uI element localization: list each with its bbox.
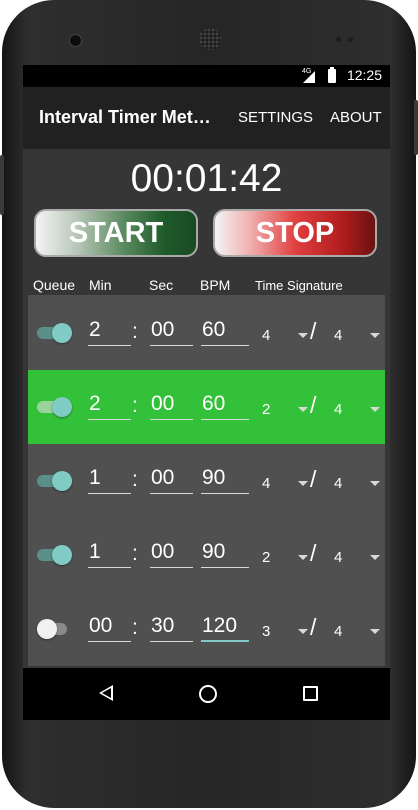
- earpiece-speaker: [199, 28, 221, 50]
- chevron-down-icon[interactable]: [370, 629, 380, 634]
- back-button[interactable]: [81, 668, 131, 720]
- sec-input[interactable]: 00: [150, 466, 193, 494]
- sec-input[interactable]: 00: [150, 540, 193, 568]
- elapsed-timer: 00:01:42: [130, 157, 283, 200]
- bpm-input[interactable]: 60: [201, 392, 249, 420]
- status-bar: 4G 12:25: [23, 65, 390, 87]
- header-time-signature: Time Signature: [255, 278, 343, 293]
- min-input[interactable]: 2: [88, 392, 131, 420]
- interval-row: 1 : 00 90 2 / 4: [28, 518, 385, 592]
- chevron-down-icon[interactable]: [298, 555, 308, 560]
- queue-toggle[interactable]: [37, 545, 72, 565]
- beats-spinner[interactable]: 2: [262, 549, 270, 566]
- beats-spinner[interactable]: 2: [262, 401, 270, 418]
- recents-button[interactable]: [285, 668, 335, 720]
- sec-input[interactable]: 00: [150, 392, 193, 420]
- min-input[interactable]: 1: [88, 540, 131, 568]
- stop-button[interactable]: STOP: [213, 209, 377, 257]
- chevron-down-icon[interactable]: [370, 555, 380, 560]
- colon-separator: :: [132, 394, 138, 417]
- header-sec: Sec: [149, 277, 174, 293]
- bpm-input[interactable]: 60: [201, 318, 249, 346]
- colon-separator: :: [132, 616, 138, 639]
- min-input[interactable]: 1: [88, 466, 131, 494]
- app-title: Interval Timer Met…: [39, 107, 211, 127]
- slash-separator: /: [310, 466, 317, 492]
- proximity-sensor: [336, 37, 341, 42]
- header-min: Min: [89, 277, 112, 293]
- chevron-down-icon[interactable]: [298, 333, 308, 338]
- note-value-spinner[interactable]: 4: [334, 623, 342, 640]
- queue-toggle[interactable]: [37, 471, 72, 491]
- min-input[interactable]: 00: [88, 614, 131, 642]
- queue-toggle[interactable]: [37, 619, 69, 639]
- bpm-input[interactable]: 90: [201, 540, 249, 568]
- colon-separator: :: [132, 542, 138, 565]
- start-button[interactable]: START: [34, 209, 198, 257]
- chevron-down-icon[interactable]: [298, 407, 308, 412]
- bpm-input[interactable]: 120: [201, 614, 249, 642]
- app-screen: 4G 12:25 Interval Timer Met… SETTINGS AB…: [23, 65, 390, 720]
- settings-menu-item[interactable]: SETTINGS: [238, 109, 313, 126]
- min-input[interactable]: 2: [88, 318, 131, 346]
- chevron-down-icon[interactable]: [370, 481, 380, 486]
- note-value-spinner[interactable]: 4: [334, 327, 342, 344]
- interval-row: 2 : 00 60 4 / 4: [28, 296, 385, 370]
- note-value-spinner[interactable]: 4: [334, 475, 342, 492]
- navigation-bar: [23, 668, 390, 720]
- light-sensor: [348, 37, 353, 42]
- slash-separator: /: [310, 392, 317, 418]
- slash-separator: /: [310, 614, 317, 640]
- note-value-spinner[interactable]: 4: [334, 401, 342, 418]
- chevron-down-icon[interactable]: [298, 481, 308, 486]
- colon-separator: :: [132, 468, 138, 491]
- home-icon: [199, 685, 217, 703]
- chevron-down-icon[interactable]: [298, 629, 308, 634]
- queue-toggle[interactable]: [37, 323, 72, 343]
- about-menu-item[interactable]: ABOUT: [330, 109, 382, 126]
- slash-separator: /: [310, 540, 317, 566]
- power-button: [414, 100, 418, 155]
- beats-spinner[interactable]: 4: [262, 327, 270, 344]
- sec-input[interactable]: 00: [150, 318, 193, 346]
- chevron-down-icon[interactable]: [370, 333, 380, 338]
- interval-row-active: 2 : 00 60 2 / 4: [28, 370, 385, 444]
- colon-separator: :: [132, 320, 138, 343]
- back-icon: [99, 685, 113, 701]
- front-camera: [69, 34, 82, 47]
- volume-button: [0, 155, 4, 215]
- header-bpm: BPM: [200, 277, 231, 293]
- interval-row: 00 : 30 120 3 / 4: [28, 592, 385, 666]
- slash-separator: /: [310, 318, 317, 344]
- chevron-down-icon[interactable]: [370, 407, 380, 412]
- app-bar: Interval Timer Met… SETTINGS ABOUT: [23, 87, 390, 149]
- queue-toggle[interactable]: [37, 397, 72, 417]
- recents-icon: [303, 686, 318, 701]
- home-button[interactable]: [183, 668, 233, 720]
- sec-input[interactable]: 30: [150, 614, 193, 642]
- status-time: 12:25: [346, 67, 382, 83]
- interval-row: 1 : 00 90 4 / 4: [28, 444, 385, 518]
- beats-spinner[interactable]: 3: [262, 623, 270, 640]
- header-queue: Queue: [33, 277, 76, 293]
- note-value-spinner[interactable]: 4: [334, 549, 342, 566]
- beats-spinner[interactable]: 4: [262, 475, 270, 492]
- battery-icon: [328, 67, 336, 83]
- signal-icon: [303, 71, 315, 83]
- bpm-input[interactable]: 90: [201, 466, 249, 494]
